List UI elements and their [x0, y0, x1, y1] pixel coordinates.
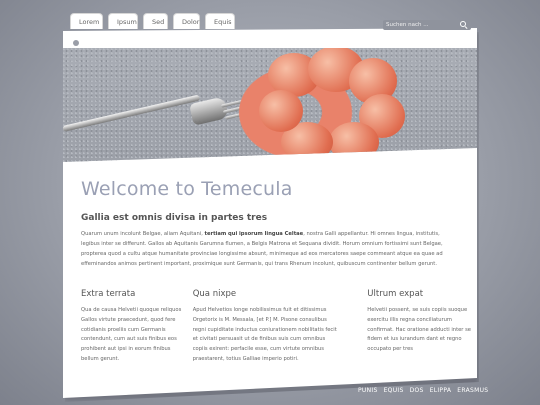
- column-heading: Ultrum expat: [367, 289, 424, 299]
- page-subtitle: Gallia est omnis divisa in partes tres: [81, 213, 268, 223]
- column-text: Apud Helvetios longe nobilissimus fuit e…: [192, 307, 337, 362]
- tab-sed[interactable]: Sed: [143, 13, 168, 29]
- page-title: Welcome to Temecula: [81, 178, 293, 200]
- column-text: Helvetii possent, se suis copiis suoque …: [367, 307, 471, 353]
- search-icon[interactable]: [460, 21, 468, 29]
- search-box: [383, 20, 471, 30]
- tab-equis[interactable]: Equis: [205, 13, 235, 29]
- top-tabs: Lorem Ipsum Sed Dolor Equis: [70, 13, 235, 29]
- tab-dolor[interactable]: Dolor: [173, 13, 200, 29]
- footer-link-elippa[interactable]: ELIPPA: [430, 387, 452, 394]
- column-heading: Qua nixpe: [192, 289, 237, 299]
- footer-link-erasmus[interactable]: ERASMUS: [457, 387, 488, 394]
- column-ultrum-expat: Ultrum expat Helvetii possent, se suis c…: [367, 289, 471, 365]
- feature-columns: Extra terrata Qua de causa Helvetii quoq…: [81, 289, 471, 365]
- column-qua-nixpe: Qua nixpe Apud Helvetios longe nobilissi…: [193, 289, 338, 365]
- footer-link-equis[interactable]: EQUIS: [384, 387, 404, 394]
- tab-lorem[interactable]: Lorem: [70, 13, 103, 29]
- hero-image: [63, 48, 477, 162]
- main-content: Welcome to Temecula Gallia est omnis div…: [81, 178, 459, 269]
- intro-paragraph: Quarum unum incolunt Belgae, aliam Aquit…: [81, 229, 459, 269]
- apple-icon: [73, 40, 79, 46]
- intro-text-start: Quarum unum incolunt Belgae, aliam Aquit…: [81, 231, 205, 237]
- footer-link-dos[interactable]: DOS: [410, 387, 424, 394]
- search-input[interactable]: [386, 22, 460, 28]
- tab-ipsum[interactable]: Ipsum: [108, 13, 138, 29]
- shrimp-segment: [259, 90, 303, 132]
- footer-nav: PUNIS EQUIS DOS ELIPPA ERASMUS: [358, 387, 488, 394]
- column-heading: Extra terrata: [81, 289, 136, 299]
- footer-link-punis[interactable]: PUNIS: [358, 387, 378, 394]
- fork-handle: [63, 94, 201, 132]
- intro-bold-text: tertiam qui ipsorum lingua Celtae: [204, 231, 304, 237]
- column-extra-terrata: Extra terrata Qua de causa Helvetii quoq…: [81, 289, 183, 365]
- column-text: Qua de causa Helvetii quoque reliquos Ga…: [81, 307, 182, 362]
